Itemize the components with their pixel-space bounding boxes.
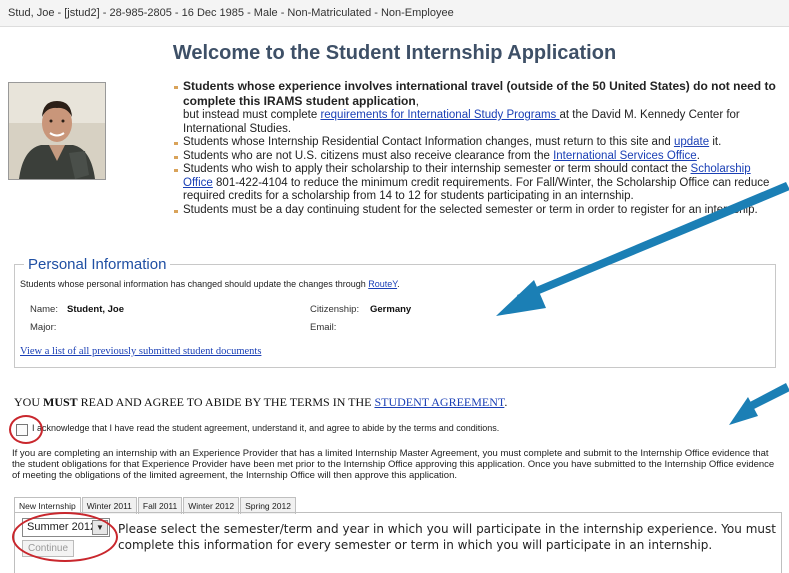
arrow-icon-checkbox — [729, 383, 789, 425]
annotation-arrows — [496, 182, 789, 425]
arrow-icon-personal — [496, 182, 789, 316]
